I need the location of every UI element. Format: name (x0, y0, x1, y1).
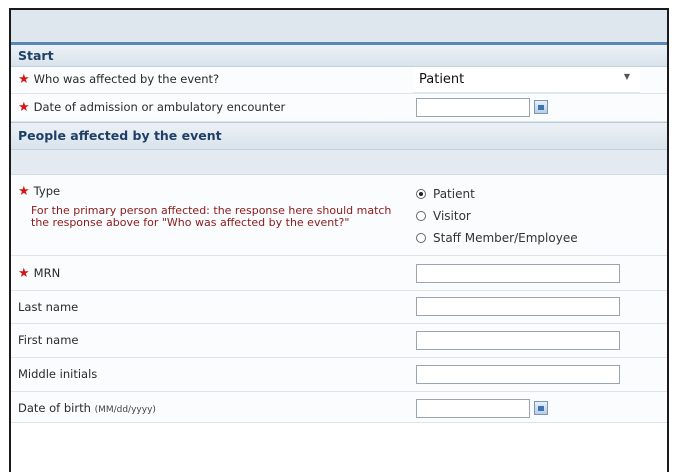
first-name-input[interactable] (416, 331, 620, 350)
type-note: For the primary person affected: the res… (31, 204, 392, 229)
required-star-icon: ★ (18, 72, 30, 87)
mrn-label: ★ MRN (18, 266, 61, 281)
section-subband (11, 150, 667, 175)
top-toolbar (11, 10, 667, 45)
type-radio-staff[interactable]: Staff Member/Employee (416, 227, 578, 249)
middle-initials-input[interactable] (416, 365, 620, 384)
chevron-down-icon: ▼ (623, 72, 630, 81)
radio-selected-icon (416, 189, 426, 199)
form-frame: Start ★ Who was affected by the event? Pa… (9, 8, 669, 472)
row-middle-initials: Middle initials (11, 358, 667, 392)
row-type: ★ Type For the primary person affected: t… (11, 175, 667, 256)
dob-input[interactable] (416, 399, 548, 418)
row-last-name: Last name (11, 291, 667, 324)
required-star-icon: ★ (18, 100, 30, 115)
mrn-input[interactable] (416, 264, 620, 283)
type-radio-patient[interactable]: Patient (416, 183, 578, 205)
required-star-icon: ★ (18, 184, 30, 199)
row-admission-date: ★ Date of admission or ambulatory encount… (11, 94, 667, 122)
row-mrn: ★ MRN (11, 256, 667, 291)
admission-date-input[interactable] (416, 98, 548, 117)
type-label: ★ Type (18, 184, 61, 199)
section-header-people: People affected by the event (11, 122, 667, 150)
last-name-input[interactable] (416, 297, 620, 316)
admission-date-label: ★ Date of admission or ambulatory encount… (18, 100, 286, 115)
section-header-start: Start (11, 45, 667, 67)
calendar-icon[interactable] (534, 401, 548, 415)
row-who-affected: ★ Who was affected by the event? Patient … (11, 67, 667, 94)
first-name-label: First name (18, 333, 79, 347)
calendar-icon[interactable] (534, 100, 548, 114)
radio-empty-icon (416, 233, 426, 243)
dob-label: Date of birth (MM/dd/yyyy) (18, 401, 156, 415)
middle-initials-label: Middle initials (18, 367, 98, 381)
type-radio-visitor[interactable]: Visitor (416, 205, 578, 227)
radio-empty-icon (416, 211, 426, 221)
who-affected-value: Patient (419, 72, 465, 87)
who-affected-label: ★ Who was affected by the event? (18, 72, 220, 87)
row-first-name: First name (11, 324, 667, 358)
type-radio-group: Patient Visitor Staff Member/Employee (416, 183, 578, 249)
who-affected-select[interactable]: Patient ▼ (413, 67, 640, 93)
required-star-icon: ★ (18, 266, 30, 281)
last-name-label: Last name (18, 300, 79, 314)
row-dob: Date of birth (MM/dd/yyyy) (11, 392, 667, 423)
